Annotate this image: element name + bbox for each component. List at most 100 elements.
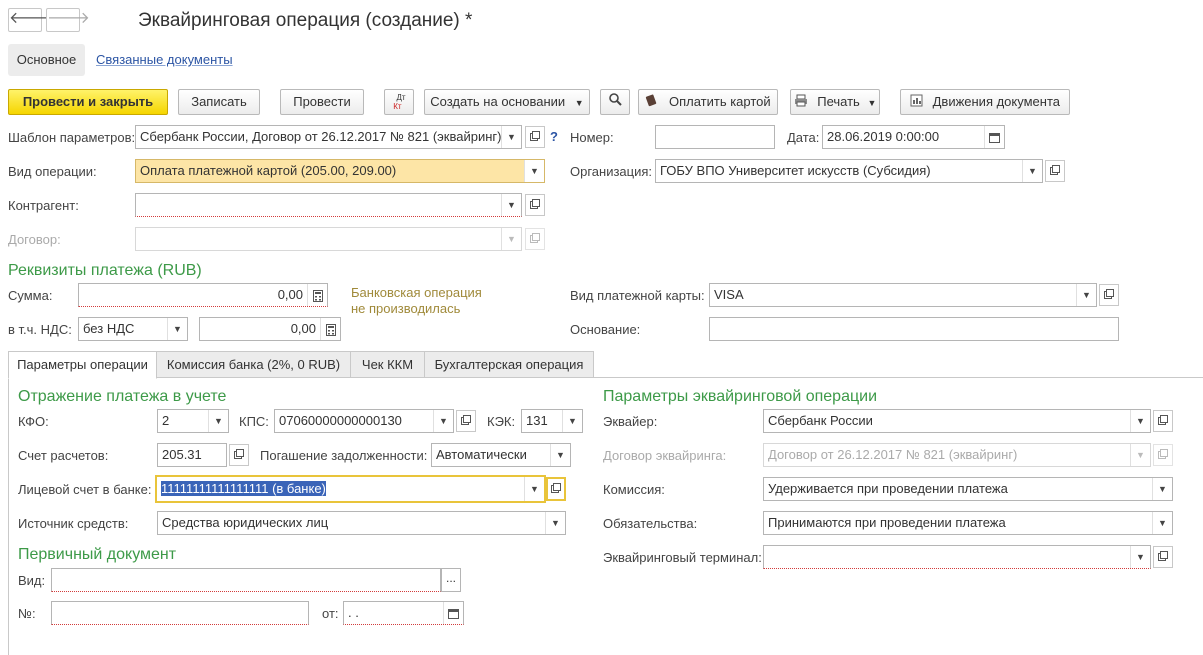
tab-kkm-receipt[interactable]: Чек ККМ xyxy=(350,351,425,378)
vat-amount-field[interactable]: 0,00 xyxy=(199,317,341,341)
forward-button[interactable]: 🡒 xyxy=(46,8,90,32)
doc-number-field[interactable] xyxy=(51,601,309,625)
kfo-field[interactable]: 2 ▼ xyxy=(157,409,229,433)
debt-value: Автоматически xyxy=(436,447,527,462)
card-type-value: VISA xyxy=(714,287,744,302)
doc-number-label: №: xyxy=(18,606,36,621)
acquirer-open-button[interactable] xyxy=(1153,410,1173,432)
card-type-field[interactable]: VISA ▼ xyxy=(709,283,1097,307)
arrow-right-icon: 🡒 xyxy=(47,10,90,27)
pay-by-card-button[interactable]: Оплатить картой xyxy=(638,89,778,115)
personal-account-field[interactable]: 11111111111111111 (в банке) ▼ xyxy=(155,475,546,503)
open-icon xyxy=(1158,449,1168,459)
chevron-down-icon[interactable]: ▼ xyxy=(501,228,521,250)
chevron-down-icon[interactable]: ▼ xyxy=(1130,410,1150,432)
commission-field[interactable]: Удерживается при проведении платежа ▼ xyxy=(763,477,1173,501)
chevron-down-icon[interactable]: ▼ xyxy=(1130,546,1150,568)
bank-op-note-line2: не производилась xyxy=(351,301,461,316)
chevron-down-icon[interactable]: ▼ xyxy=(524,477,544,501)
number-field[interactable] xyxy=(655,125,775,149)
acquiring-section-title: Параметры эквайринговой операции xyxy=(603,388,878,405)
date-field[interactable]: 28.06.2019 0:00:00 xyxy=(822,125,1005,149)
chevron-down-icon[interactable]: ▼ xyxy=(501,194,521,216)
find-button[interactable] xyxy=(600,89,630,115)
post-and-close-button[interactable]: Провести и закрыть xyxy=(8,89,168,115)
obligations-label: Обязательства: xyxy=(603,516,698,531)
contract-field[interactable]: ▼ xyxy=(135,227,522,251)
calculator-icon[interactable] xyxy=(307,284,327,306)
chevron-down-icon[interactable]: ▼ xyxy=(1152,478,1172,500)
print-button[interactable]: Печать ▼ xyxy=(790,89,880,115)
dtkt-button[interactable]: Дт Кт xyxy=(384,89,414,115)
debt-field[interactable]: Автоматически ▼ xyxy=(431,443,571,467)
open-icon xyxy=(1158,415,1168,425)
sum-field[interactable]: 0,00 xyxy=(78,283,328,307)
doc-date-field[interactable]: . . xyxy=(343,601,464,625)
create-based-button[interactable]: Создать на основании ▼ xyxy=(424,89,590,115)
chevron-down-icon[interactable]: ▼ xyxy=(1152,512,1172,534)
account-open-button[interactable] xyxy=(229,444,249,466)
chevron-down-icon[interactable]: ▼ xyxy=(1076,284,1096,306)
doc-kind-select-button[interactable]: ... xyxy=(441,568,461,592)
kek-value: 131 xyxy=(526,413,548,428)
template-field[interactable]: Сбербанк России, Договор от 26.12.2017 №… xyxy=(135,125,522,149)
contract-label: Договор: xyxy=(8,232,61,247)
terminal-field[interactable]: ▼ xyxy=(763,545,1151,569)
commission-label: Комиссия: xyxy=(603,482,665,497)
vat-rate-field[interactable]: без НДС ▼ xyxy=(78,317,188,341)
calendar-icon[interactable] xyxy=(443,602,463,624)
post-button[interactable]: Провести xyxy=(280,89,364,115)
chevron-down-icon[interactable]: ▼ xyxy=(501,126,521,148)
chevron-down-icon[interactable]: ▼ xyxy=(1022,160,1042,182)
template-label: Шаблон параметров: xyxy=(8,130,136,145)
back-button[interactable]: 🡐 xyxy=(8,8,52,32)
acquiring-contract-label: Договор эквайринга: xyxy=(603,448,727,463)
acquiring-contract-open-button[interactable] xyxy=(1153,444,1173,466)
kps-field[interactable]: 07060000000000130 ▼ xyxy=(274,409,454,433)
personal-account-open-button[interactable] xyxy=(546,477,566,501)
save-button[interactable]: Записать xyxy=(178,89,260,115)
commission-value: Удерживается при проведении платежа xyxy=(768,481,1008,496)
help-icon[interactable]: ? xyxy=(550,129,558,144)
chevron-down-icon[interactable]: ▼ xyxy=(1130,444,1150,466)
tab-accounting-operation[interactable]: Бухгалтерская операция xyxy=(424,351,594,378)
kek-field[interactable]: 131 ▼ xyxy=(521,409,583,433)
source-field[interactable]: Средства юридических лиц ▼ xyxy=(157,511,566,535)
chevron-down-icon[interactable]: ▼ xyxy=(208,410,228,432)
tab-main[interactable]: Основное xyxy=(8,44,85,76)
calendar-icon[interactable] xyxy=(984,126,1004,148)
acquirer-field[interactable]: Сбербанк России ▼ xyxy=(763,409,1151,433)
chevron-down-icon[interactable]: ▼ xyxy=(562,410,582,432)
calculator-icon[interactable] xyxy=(320,318,340,340)
chevron-down-icon[interactable]: ▼ xyxy=(550,444,570,466)
counterparty-open-button[interactable] xyxy=(525,194,545,216)
operation-type-field[interactable]: Оплата платежной картой (205.00, 209.00)… xyxy=(135,159,545,183)
open-icon xyxy=(530,199,540,209)
account-field[interactable]: 205.31 xyxy=(157,443,227,467)
acquirer-value: Сбербанк России xyxy=(768,413,873,428)
terminal-open-button[interactable] xyxy=(1153,546,1173,568)
page-title: Эквайринговая операция (создание) * xyxy=(138,10,473,31)
counterparty-field[interactable]: ▼ xyxy=(135,193,522,217)
document-movements-button[interactable]: Движения документа xyxy=(900,89,1070,115)
tab-bank-commission[interactable]: Комиссия банка (2%, 0 RUB) xyxy=(156,351,351,378)
chevron-down-icon[interactable]: ▼ xyxy=(545,512,565,534)
card-type-open-button[interactable] xyxy=(1099,284,1119,306)
doc-kind-field[interactable] xyxy=(51,568,441,592)
obligations-field[interactable]: Принимаются при проведении платежа ▼ xyxy=(763,511,1173,535)
chevron-down-icon[interactable]: ▼ xyxy=(167,318,187,340)
printer-icon xyxy=(794,91,808,115)
kps-open-button[interactable] xyxy=(456,410,476,432)
organization-open-button[interactable] xyxy=(1045,160,1065,182)
tab-panel-border xyxy=(8,377,9,655)
contract-open-button[interactable] xyxy=(525,228,545,250)
tab-related-documents[interactable]: Связанные документы xyxy=(96,44,233,76)
acquiring-contract-field[interactable]: Договор от 26.12.2017 № 821 (эквайринг) … xyxy=(763,443,1151,467)
basis-field[interactable] xyxy=(709,317,1119,341)
template-open-button[interactable] xyxy=(525,126,545,148)
tab-operation-params[interactable]: Параметры операции xyxy=(8,351,157,379)
chevron-down-icon[interactable]: ▼ xyxy=(524,160,544,182)
chevron-down-icon[interactable]: ▼ xyxy=(433,410,453,432)
organization-field[interactable]: ГОБУ ВПО Университет искусств (Субсидия)… xyxy=(655,159,1043,183)
kfo-label: КФО: xyxy=(18,414,49,429)
